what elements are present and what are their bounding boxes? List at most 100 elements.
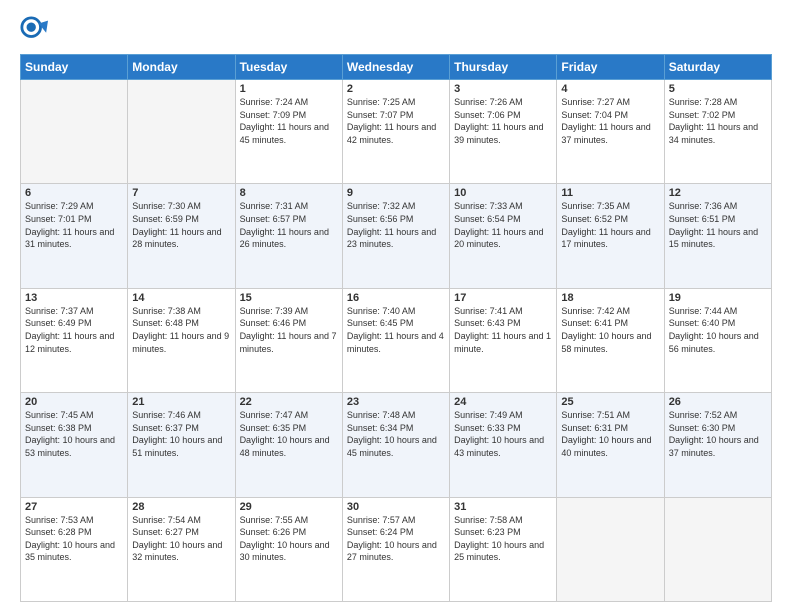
day-info: Sunrise: 7:25 AMSunset: 7:07 PMDaylight:… — [347, 96, 445, 146]
calendar-header-row: SundayMondayTuesdayWednesdayThursdayFrid… — [21, 55, 772, 80]
day-number: 8 — [240, 187, 338, 199]
calendar-cell: 27Sunrise: 7:53 AMSunset: 6:28 PMDayligh… — [21, 497, 128, 601]
calendar-cell: 9Sunrise: 7:32 AMSunset: 6:56 PMDaylight… — [342, 184, 449, 288]
calendar-cell: 31Sunrise: 7:58 AMSunset: 6:23 PMDayligh… — [450, 497, 557, 601]
day-number: 4 — [561, 83, 659, 95]
day-info: Sunrise: 7:45 AMSunset: 6:38 PMDaylight:… — [25, 409, 123, 459]
day-number: 27 — [25, 501, 123, 513]
day-info: Sunrise: 7:28 AMSunset: 7:02 PMDaylight:… — [669, 96, 767, 146]
calendar-cell: 30Sunrise: 7:57 AMSunset: 6:24 PMDayligh… — [342, 497, 449, 601]
day-info: Sunrise: 7:32 AMSunset: 6:56 PMDaylight:… — [347, 200, 445, 250]
calendar-cell: 14Sunrise: 7:38 AMSunset: 6:48 PMDayligh… — [128, 288, 235, 392]
day-number: 2 — [347, 83, 445, 95]
calendar-cell — [21, 80, 128, 184]
day-info: Sunrise: 7:27 AMSunset: 7:04 PMDaylight:… — [561, 96, 659, 146]
calendar-week-row: 20Sunrise: 7:45 AMSunset: 6:38 PMDayligh… — [21, 393, 772, 497]
calendar-cell: 12Sunrise: 7:36 AMSunset: 6:51 PMDayligh… — [664, 184, 771, 288]
day-info: Sunrise: 7:42 AMSunset: 6:41 PMDaylight:… — [561, 305, 659, 355]
day-number: 22 — [240, 396, 338, 408]
calendar-day-header: Sunday — [21, 55, 128, 80]
day-number: 31 — [454, 501, 552, 513]
calendar-cell: 2Sunrise: 7:25 AMSunset: 7:07 PMDaylight… — [342, 80, 449, 184]
day-number: 5 — [669, 83, 767, 95]
calendar-cell: 22Sunrise: 7:47 AMSunset: 6:35 PMDayligh… — [235, 393, 342, 497]
day-info: Sunrise: 7:24 AMSunset: 7:09 PMDaylight:… — [240, 96, 338, 146]
day-info: Sunrise: 7:49 AMSunset: 6:33 PMDaylight:… — [454, 409, 552, 459]
day-number: 13 — [25, 292, 123, 304]
day-number: 30 — [347, 501, 445, 513]
calendar-cell: 20Sunrise: 7:45 AMSunset: 6:38 PMDayligh… — [21, 393, 128, 497]
calendar-cell: 7Sunrise: 7:30 AMSunset: 6:59 PMDaylight… — [128, 184, 235, 288]
day-number: 16 — [347, 292, 445, 304]
day-number: 21 — [132, 396, 230, 408]
calendar-table: SundayMondayTuesdayWednesdayThursdayFrid… — [20, 54, 772, 602]
logo-icon — [20, 16, 48, 44]
page: SundayMondayTuesdayWednesdayThursdayFrid… — [0, 0, 792, 612]
day-number: 29 — [240, 501, 338, 513]
day-number: 17 — [454, 292, 552, 304]
day-info: Sunrise: 7:51 AMSunset: 6:31 PMDaylight:… — [561, 409, 659, 459]
calendar-cell: 18Sunrise: 7:42 AMSunset: 6:41 PMDayligh… — [557, 288, 664, 392]
calendar-cell: 17Sunrise: 7:41 AMSunset: 6:43 PMDayligh… — [450, 288, 557, 392]
calendar-cell: 26Sunrise: 7:52 AMSunset: 6:30 PMDayligh… — [664, 393, 771, 497]
calendar-cell: 28Sunrise: 7:54 AMSunset: 6:27 PMDayligh… — [128, 497, 235, 601]
day-info: Sunrise: 7:39 AMSunset: 6:46 PMDaylight:… — [240, 305, 338, 355]
day-number: 23 — [347, 396, 445, 408]
calendar-cell: 19Sunrise: 7:44 AMSunset: 6:40 PMDayligh… — [664, 288, 771, 392]
day-number: 24 — [454, 396, 552, 408]
calendar-cell: 15Sunrise: 7:39 AMSunset: 6:46 PMDayligh… — [235, 288, 342, 392]
calendar-cell: 6Sunrise: 7:29 AMSunset: 7:01 PMDaylight… — [21, 184, 128, 288]
calendar-week-row: 1Sunrise: 7:24 AMSunset: 7:09 PMDaylight… — [21, 80, 772, 184]
calendar-week-row: 27Sunrise: 7:53 AMSunset: 6:28 PMDayligh… — [21, 497, 772, 601]
day-info: Sunrise: 7:33 AMSunset: 6:54 PMDaylight:… — [454, 200, 552, 250]
calendar-cell: 29Sunrise: 7:55 AMSunset: 6:26 PMDayligh… — [235, 497, 342, 601]
day-info: Sunrise: 7:41 AMSunset: 6:43 PMDaylight:… — [454, 305, 552, 355]
calendar-day-header: Wednesday — [342, 55, 449, 80]
calendar-cell — [128, 80, 235, 184]
day-number: 14 — [132, 292, 230, 304]
calendar-day-header: Thursday — [450, 55, 557, 80]
day-info: Sunrise: 7:26 AMSunset: 7:06 PMDaylight:… — [454, 96, 552, 146]
day-number: 18 — [561, 292, 659, 304]
day-info: Sunrise: 7:54 AMSunset: 6:27 PMDaylight:… — [132, 514, 230, 564]
day-info: Sunrise: 7:30 AMSunset: 6:59 PMDaylight:… — [132, 200, 230, 250]
day-number: 12 — [669, 187, 767, 199]
day-info: Sunrise: 7:40 AMSunset: 6:45 PMDaylight:… — [347, 305, 445, 355]
calendar-cell: 25Sunrise: 7:51 AMSunset: 6:31 PMDayligh… — [557, 393, 664, 497]
calendar-day-header: Monday — [128, 55, 235, 80]
day-number: 28 — [132, 501, 230, 513]
calendar-day-header: Friday — [557, 55, 664, 80]
calendar-cell — [557, 497, 664, 601]
day-number: 26 — [669, 396, 767, 408]
logo — [20, 16, 52, 44]
day-number: 25 — [561, 396, 659, 408]
day-number: 15 — [240, 292, 338, 304]
day-info: Sunrise: 7:55 AMSunset: 6:26 PMDaylight:… — [240, 514, 338, 564]
calendar-cell: 21Sunrise: 7:46 AMSunset: 6:37 PMDayligh… — [128, 393, 235, 497]
calendar-cell: 16Sunrise: 7:40 AMSunset: 6:45 PMDayligh… — [342, 288, 449, 392]
day-info: Sunrise: 7:29 AMSunset: 7:01 PMDaylight:… — [25, 200, 123, 250]
day-info: Sunrise: 7:36 AMSunset: 6:51 PMDaylight:… — [669, 200, 767, 250]
calendar-cell — [664, 497, 771, 601]
calendar-cell: 24Sunrise: 7:49 AMSunset: 6:33 PMDayligh… — [450, 393, 557, 497]
day-number: 11 — [561, 187, 659, 199]
calendar-cell: 3Sunrise: 7:26 AMSunset: 7:06 PMDaylight… — [450, 80, 557, 184]
calendar-cell: 4Sunrise: 7:27 AMSunset: 7:04 PMDaylight… — [557, 80, 664, 184]
day-info: Sunrise: 7:44 AMSunset: 6:40 PMDaylight:… — [669, 305, 767, 355]
day-info: Sunrise: 7:53 AMSunset: 6:28 PMDaylight:… — [25, 514, 123, 564]
day-info: Sunrise: 7:48 AMSunset: 6:34 PMDaylight:… — [347, 409, 445, 459]
calendar-week-row: 13Sunrise: 7:37 AMSunset: 6:49 PMDayligh… — [21, 288, 772, 392]
header — [20, 16, 772, 44]
calendar-cell: 13Sunrise: 7:37 AMSunset: 6:49 PMDayligh… — [21, 288, 128, 392]
day-info: Sunrise: 7:31 AMSunset: 6:57 PMDaylight:… — [240, 200, 338, 250]
calendar-cell: 23Sunrise: 7:48 AMSunset: 6:34 PMDayligh… — [342, 393, 449, 497]
day-number: 9 — [347, 187, 445, 199]
calendar-cell: 10Sunrise: 7:33 AMSunset: 6:54 PMDayligh… — [450, 184, 557, 288]
day-info: Sunrise: 7:52 AMSunset: 6:30 PMDaylight:… — [669, 409, 767, 459]
calendar-day-header: Saturday — [664, 55, 771, 80]
day-info: Sunrise: 7:47 AMSunset: 6:35 PMDaylight:… — [240, 409, 338, 459]
calendar-cell: 11Sunrise: 7:35 AMSunset: 6:52 PMDayligh… — [557, 184, 664, 288]
day-number: 1 — [240, 83, 338, 95]
day-info: Sunrise: 7:58 AMSunset: 6:23 PMDaylight:… — [454, 514, 552, 564]
day-number: 6 — [25, 187, 123, 199]
